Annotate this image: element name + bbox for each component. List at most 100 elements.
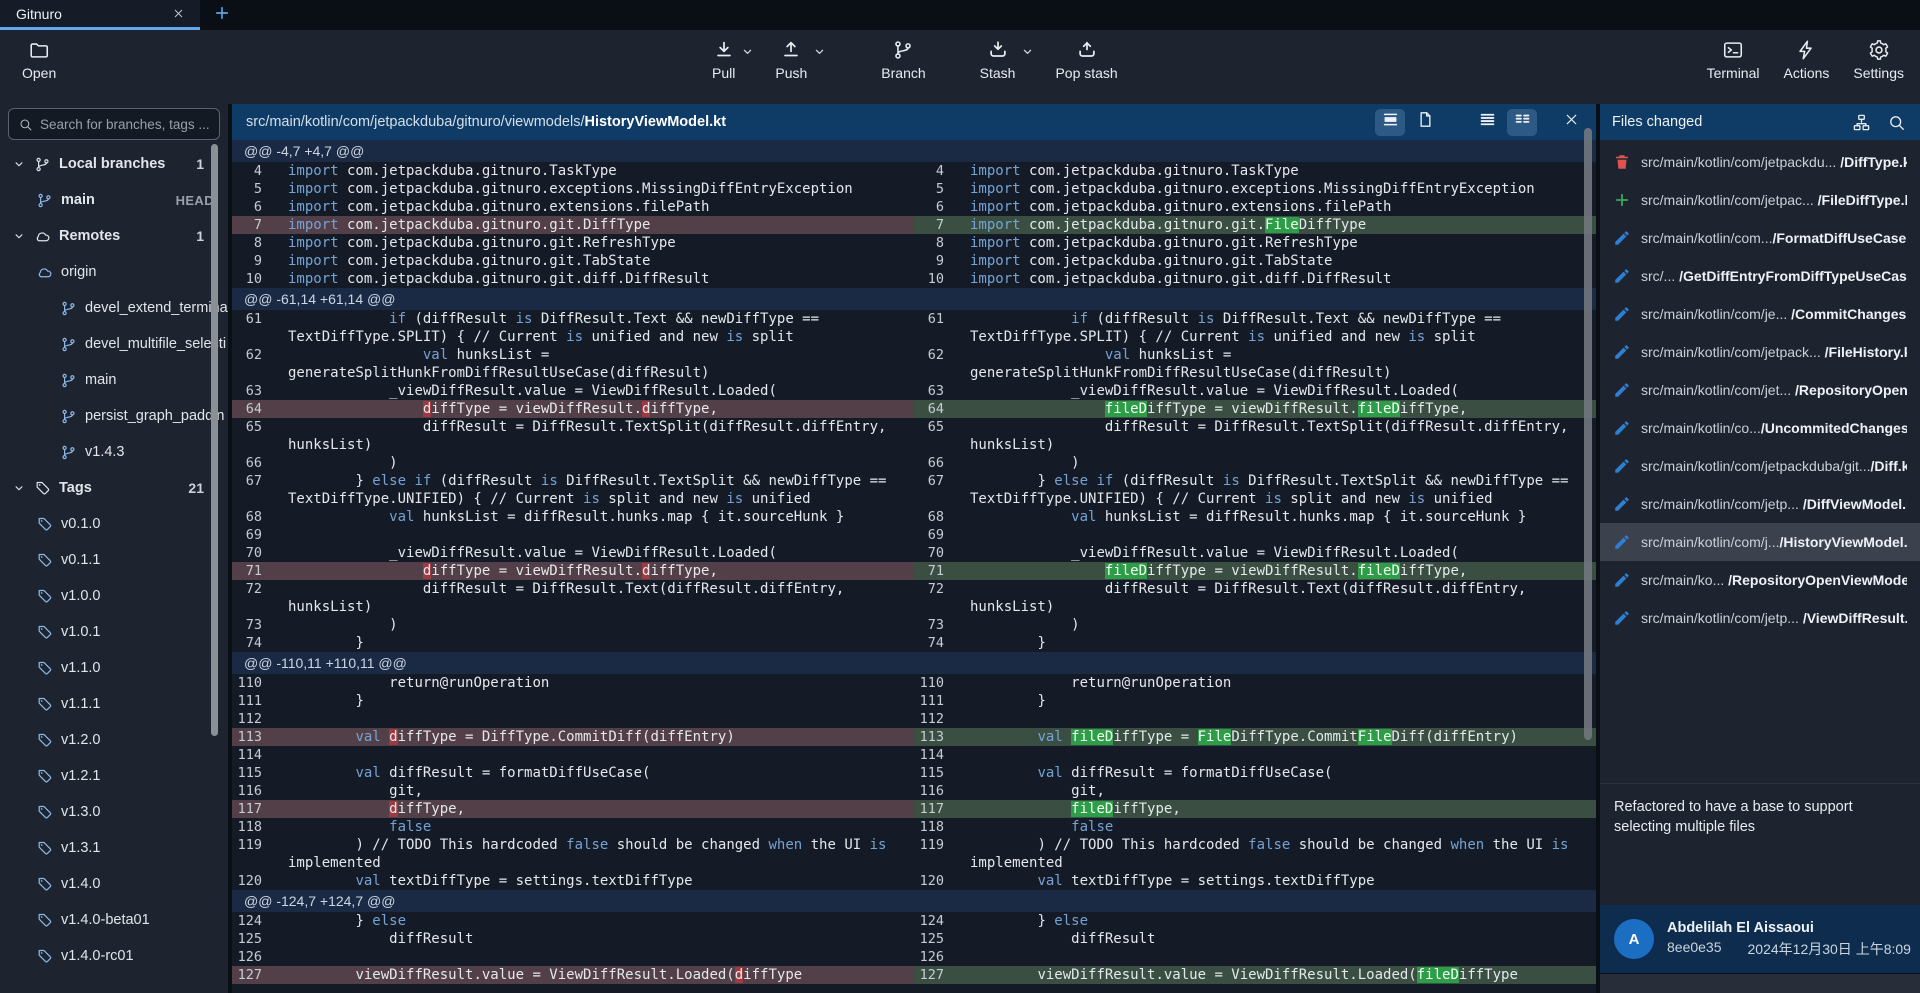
line-number: 6 [232,198,272,216]
sidebar-item-tags[interactable]: Tags21 [0,470,228,506]
pull-button[interactable]: Pull [712,39,735,81]
file-name: /DiffType.kt [1840,154,1907,170]
file-row[interactable]: src/main/kotlin/com/jetpac... /FileDiffT… [1600,181,1920,219]
chevron-down-icon [12,157,26,171]
sidebar-item-main[interactable]: mainHEAD [0,182,228,218]
file-row[interactable]: src/main/kotlin/com/jet... /RepositoryOp… [1600,371,1920,409]
tree-view-icon[interactable] [1852,113,1871,132]
file-row[interactable]: src/main/kotlin/com/jetp... /ViewDiffRes… [1600,599,1920,637]
new-tab-button[interactable] [200,0,244,30]
sidebar-item-v1-4-0-beta01[interactable]: v1.4.0-beta01 [0,902,228,938]
sidebar-item-v0-1-1[interactable]: v0.1.1 [0,542,228,578]
file-row[interactable]: src/main/kotlin/com/j.../HistoryViewMode… [1600,523,1920,561]
diff-context-line: 67 } else if (diffResult is DiffResult.T… [914,472,1596,508]
plus-icon [213,4,231,27]
files-changed-header: Files changed [1600,104,1920,140]
sidebar-item-v1-4-3[interactable]: v1.4.3 [0,434,228,470]
diff-row: 61 if (diffResult is DiffResult.Text && … [232,310,1596,346]
file-row[interactable]: src/main/kotlin/com/je... /CommitChanges… [1600,295,1920,333]
sidebar-item-v1-0-0[interactable]: v1.0.0 [0,578,228,614]
diff-context-line: 70 _viewDiffResult.value = ViewDiffResul… [914,544,1596,562]
sidebar-item-devel-multifile-selecti[interactable]: devel_multifile_selecti [0,326,228,362]
branch-search-input[interactable] [40,117,210,132]
sidebar-item-v1-4-0[interactable]: v1.4.0 [0,866,228,902]
settings-button[interactable]: Settings [1853,39,1904,81]
sidebar-item-v1-3-0[interactable]: v1.3.0 [0,794,228,830]
code-line: } else if (diffResult is DiffResult.Text… [954,472,1596,508]
sidebar-item-v1-1-1[interactable]: v1.1.1 [0,686,228,722]
code-line: ) [954,454,1596,472]
diff-row: 63 _viewDiffResult.value = ViewDiffResul… [232,382,1596,400]
file-row[interactable]: src/main/kotlin/com.../FormatDiffUseCase… [1600,219,1920,257]
file-path-prefix: src/main/kotlin/com/jetpac... [1641,192,1818,208]
hunk-view-toggle[interactable] [1375,109,1405,136]
split-diff-toggle[interactable] [1507,109,1537,136]
file-row[interactable]: src/main/kotlin/com/jetpackdu... /DiffTy… [1600,143,1920,181]
sidebar-item-local-branches[interactable]: Local branches1 [0,146,228,182]
push-options-chevron-icon[interactable] [812,44,827,59]
sidebar-item-v1-2-1[interactable]: v1.2.1 [0,758,228,794]
edit-file-icon [1613,229,1631,247]
full-file-view-toggle[interactable] [1410,109,1440,136]
line-number: 74 [232,634,272,652]
stash-label: Stash [980,65,1016,81]
sidebar-item-origin[interactable]: origin [0,254,228,290]
file-search-icon[interactable] [1887,113,1906,132]
sidebar-item-v1-1-0[interactable]: v1.1.0 [0,650,228,686]
edit-file-icon [1613,571,1631,589]
terminal-button[interactable]: Terminal [1707,39,1760,81]
sidebar-item-label: v0.1.1 [61,552,101,568]
sidebar-item-label: Tags [59,480,92,496]
close-diff-button[interactable] [1556,109,1586,136]
sidebar-item-persist-graph-paddin[interactable]: persist_graph_paddin [0,398,228,434]
line-number: 67 [914,472,954,508]
branch-button[interactable]: Branch [881,39,925,81]
code-line: import com.jetpackduba.gitnuro.exception… [272,180,914,198]
line-number: 68 [232,508,272,526]
line-number: 125 [914,930,954,948]
sidebar-item-v1-0-1[interactable]: v1.0.1 [0,614,228,650]
file-row[interactable]: src/... /GetDiffEntryFromDiffTypeUseCase… [1600,257,1920,295]
code-line: import com.jetpackduba.gitnuro.git.TabSt… [954,252,1596,270]
code-line: diffResult = DiffResult.Text(diffResult.… [272,580,914,616]
main-content: Local branches1mainHEADRemotes1origindev… [0,104,1920,993]
sidebar-item-label: v1.3.1 [61,840,101,856]
branch-search-box[interactable] [8,108,220,140]
pop-stash-button[interactable]: Pop stash [1055,39,1117,81]
close-icon [1563,111,1580,133]
line-number: 67 [232,472,272,508]
diff-row: 117 diffType,117 fileDiffType, [232,800,1596,818]
tag-icon [36,876,53,893]
open-button[interactable]: Open [22,39,56,81]
diff-row: 73 )73 ) [232,616,1596,634]
sidebar-item-remotes[interactable]: Remotes1 [0,218,228,254]
tag-icon [36,912,53,929]
sidebar-item-v0-1-0[interactable]: v0.1.0 [0,506,228,542]
push-button[interactable]: Push [775,39,807,81]
sidebar-scrollbar[interactable] [211,144,218,736]
commit-author-card[interactable]: A Abdelilah El Aissaoui 8ee0e35 2024年12月… [1600,905,1920,973]
file-row[interactable]: src/main/ko... /RepositoryOpenViewModel.… [1600,561,1920,599]
sidebar-item-label: v1.1.1 [61,696,101,712]
tab-close-icon[interactable] [172,6,188,22]
stash-options-chevron-icon[interactable] [1020,44,1035,59]
sidebar-item-devel-extend-termina[interactable]: devel_extend_termina [0,290,228,326]
file-row[interactable]: src/main/kotlin/com/jetp... /DiffViewMod… [1600,485,1920,523]
file-name: /RepositoryOpen.kt [1795,382,1907,398]
line-number: 8 [914,234,954,252]
unified-diff-toggle[interactable] [1472,109,1502,136]
sidebar-item-v1-2-0[interactable]: v1.2.0 [0,722,228,758]
stash-button[interactable]: Stash [980,39,1016,81]
pull-options-chevron-icon[interactable] [740,44,755,59]
sidebar-item-v1-3-1[interactable]: v1.3.1 [0,830,228,866]
repository-tab[interactable]: Gitnuro [0,0,200,30]
line-number: 120 [232,872,272,890]
sidebar-item-main[interactable]: main [0,362,228,398]
sidebar-item-v1-4-0-rc01[interactable]: v1.4.0-rc01 [0,938,228,974]
file-row[interactable]: src/main/kotlin/co.../UncommitedChanges.… [1600,409,1920,447]
actions-button[interactable]: Actions [1783,39,1829,81]
file-path: src/... /GetDiffEntryFromDiffTypeUseCase… [1641,268,1907,284]
file-row[interactable]: src/main/kotlin/com/jetpackduba/git.../D… [1600,447,1920,485]
file-row[interactable]: src/main/kotlin/com/jetpack... /FileHist… [1600,333,1920,371]
diff-scrollbar[interactable] [1584,128,1592,740]
